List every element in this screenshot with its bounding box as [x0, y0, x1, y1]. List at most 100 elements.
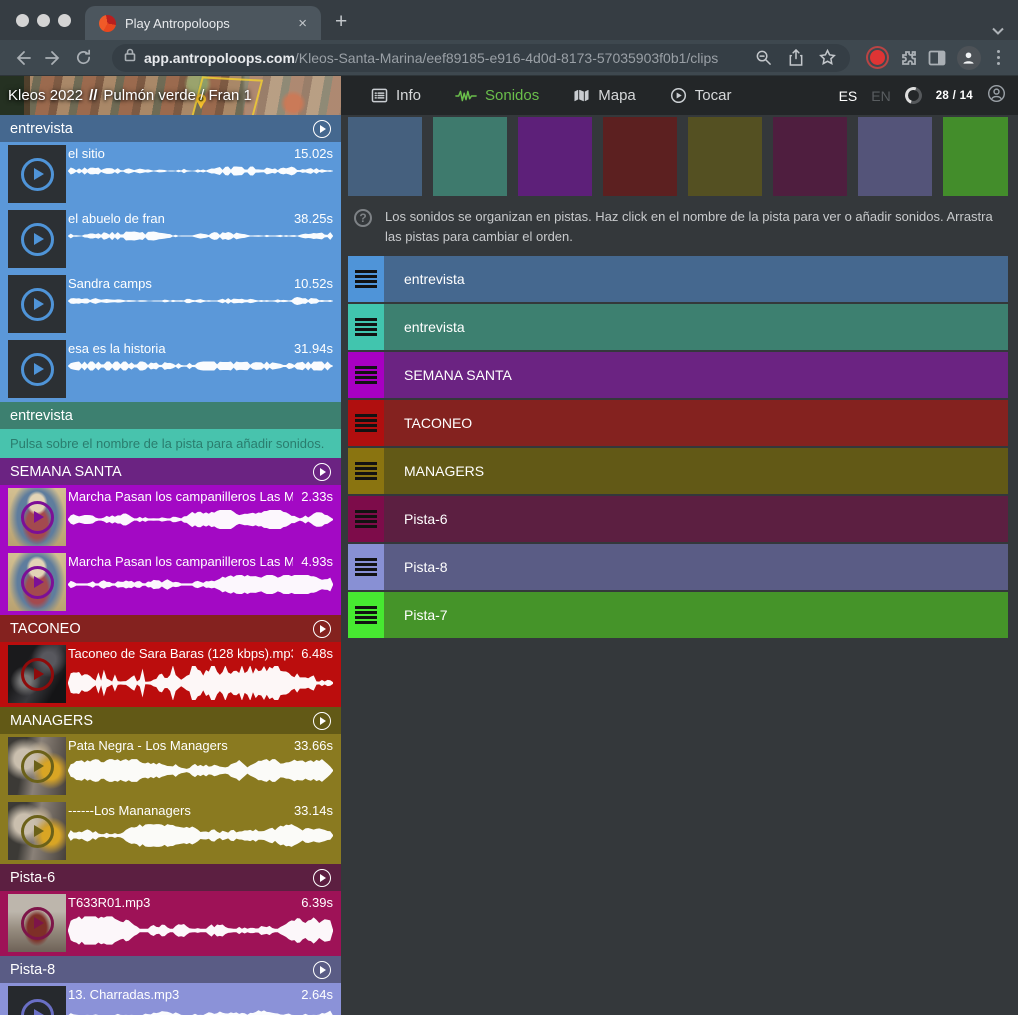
play-clip-icon[interactable]	[8, 145, 66, 203]
play-track-icon[interactable]	[313, 869, 331, 887]
clip-item[interactable]: el sitio 15.02s	[0, 142, 341, 207]
drag-handle[interactable]	[348, 400, 384, 446]
track-row[interactable]: entrevista	[348, 256, 1008, 302]
track-color-swatch[interactable]	[773, 117, 847, 196]
clip-thumbnail[interactable]	[8, 802, 66, 860]
lang-es-button[interactable]: ES	[839, 88, 858, 104]
play-clip-icon[interactable]	[8, 802, 66, 860]
clip-thumbnail[interactable]	[8, 553, 66, 611]
drag-handle[interactable]	[348, 304, 384, 350]
drag-handle[interactable]	[348, 256, 384, 302]
track-row[interactable]: Pista-7	[348, 592, 1008, 638]
forward-button[interactable]	[38, 44, 68, 72]
sidebar-track-header[interactable]: entrevista	[0, 115, 341, 142]
clip-item[interactable]: esa es la historia 31.94s	[0, 337, 341, 402]
clip-item[interactable]: ------Los Mananagers 33.14s	[0, 799, 341, 864]
track-row[interactable]: MANAGERS	[348, 448, 1008, 494]
window-minimize-button[interactable]	[37, 14, 50, 27]
track-color-swatch[interactable]	[688, 117, 762, 196]
track-color-swatch[interactable]	[518, 117, 592, 196]
sidebar-track-header[interactable]: MANAGERS	[0, 707, 341, 734]
track-color-swatch[interactable]	[603, 117, 677, 196]
reload-button[interactable]	[68, 44, 98, 72]
clip-thumbnail[interactable]	[8, 340, 66, 398]
track-color-swatch[interactable]	[433, 117, 507, 196]
tab-close-icon[interactable]: ×	[294, 14, 311, 33]
project-breadcrumb[interactable]: Kleos 2022//Pulmón verde / Fran 1	[0, 76, 341, 115]
sidebar-track-header[interactable]: SEMANA SANTA	[0, 458, 341, 485]
play-clip-icon[interactable]	[8, 986, 66, 1015]
clip-item[interactable]: Sandra camps 10.52s	[0, 272, 341, 337]
play-track-icon[interactable]	[313, 120, 331, 138]
clip-thumbnail[interactable]	[8, 645, 66, 703]
play-clip-icon[interactable]	[8, 488, 66, 546]
track-color-swatch[interactable]	[858, 117, 932, 196]
play-track-icon[interactable]	[313, 620, 331, 638]
clip-thumbnail[interactable]	[8, 737, 66, 795]
help-row: ? Los sonidos se organizan en pistas. Ha…	[348, 205, 1008, 247]
clip-thumbnail[interactable]	[8, 275, 66, 333]
track-row[interactable]: TACONEO	[348, 400, 1008, 446]
clip-item[interactable]: Taconeo de Sara Baras (128 kbps).mp3 6.4…	[0, 642, 341, 707]
clip-thumbnail[interactable]	[8, 145, 66, 203]
play-clip-icon[interactable]	[8, 894, 66, 952]
nav-tocar[interactable]: Tocar	[656, 76, 746, 115]
lang-en-button[interactable]: EN	[871, 88, 890, 104]
url-text[interactable]: app.antropoloops.com/Kleos-Santa-Marina/…	[144, 50, 744, 66]
clip-thumbnail[interactable]	[8, 210, 66, 268]
track-color-swatch[interactable]	[943, 117, 1008, 196]
clip-item[interactable]: el abuelo de fran 38.25s	[0, 207, 341, 272]
clip-item[interactable]: Marcha Pasan los campanilleros Las Mejor…	[0, 550, 341, 615]
clip-item[interactable]: Pata Negra - Los Managers 33.66s	[0, 734, 341, 799]
track-row[interactable]: entrevista	[348, 304, 1008, 350]
back-button[interactable]	[8, 44, 38, 72]
share-icon[interactable]	[784, 46, 808, 70]
drag-handle[interactable]	[348, 448, 384, 494]
tab-search-chevron-icon[interactable]	[992, 22, 1004, 30]
window-close-button[interactable]	[16, 14, 29, 27]
bookmark-star-icon[interactable]	[816, 46, 840, 70]
track-row[interactable]: Pista-6	[348, 496, 1008, 542]
address-bar[interactable]: app.antropoloops.com/Kleos-Santa-Marina/…	[112, 44, 850, 72]
profile-avatar[interactable]	[957, 46, 981, 70]
play-clip-icon[interactable]	[8, 553, 66, 611]
clip-item[interactable]: 13. Charradas.mp3 2.64s	[0, 983, 341, 1015]
clip-item[interactable]: T633R01.mp3 6.39s	[0, 891, 341, 956]
extensions-puzzle-icon[interactable]	[895, 45, 923, 71]
nav-sonidos[interactable]: Sonidos	[441, 76, 553, 115]
sidebar-track-header[interactable]: Pista-6	[0, 864, 341, 891]
sidebar-track-header[interactable]: TACONEO	[0, 615, 341, 642]
play-clip-icon[interactable]	[8, 275, 66, 333]
play-track-icon[interactable]	[313, 961, 331, 979]
play-clip-icon[interactable]	[8, 210, 66, 268]
zoom-icon[interactable]	[752, 46, 776, 70]
play-clip-icon[interactable]	[8, 340, 66, 398]
track-row[interactable]: Pista-8	[348, 544, 1008, 590]
drag-handle[interactable]	[348, 352, 384, 398]
clip-item[interactable]: Marcha Pasan los campanilleros Las Mejor…	[0, 485, 341, 550]
track-row[interactable]: SEMANA SANTA	[348, 352, 1008, 398]
play-track-icon[interactable]	[313, 712, 331, 730]
play-track-icon[interactable]	[313, 463, 331, 481]
side-panel-icon[interactable]	[923, 45, 951, 71]
new-tab-button[interactable]: +	[321, 10, 361, 40]
sidebar-track-header[interactable]: entrevista	[0, 402, 341, 429]
clip-thumbnail[interactable]	[8, 894, 66, 952]
clip-thumbnail[interactable]	[8, 488, 66, 546]
nav-info[interactable]: Info	[357, 76, 435, 115]
play-clip-icon[interactable]	[8, 645, 66, 703]
clip-thumbnail[interactable]	[8, 986, 66, 1015]
drag-handle[interactable]	[348, 496, 384, 542]
play-clip-icon[interactable]	[8, 737, 66, 795]
nav-mapa[interactable]: Mapa	[559, 76, 650, 115]
track-color-swatch[interactable]	[348, 117, 422, 196]
drag-handle[interactable]	[348, 544, 384, 590]
drag-handle[interactable]	[348, 592, 384, 638]
sidebar-track-header[interactable]: Pista-8	[0, 956, 341, 983]
lock-icon[interactable]	[124, 48, 136, 67]
browser-menu-icon[interactable]	[987, 50, 1011, 66]
recording-extension-icon[interactable]	[870, 50, 885, 65]
account-icon[interactable]	[987, 84, 1006, 108]
window-zoom-button[interactable]	[58, 14, 71, 27]
browser-tab[interactable]: Play Antropoloops ×	[85, 6, 321, 40]
